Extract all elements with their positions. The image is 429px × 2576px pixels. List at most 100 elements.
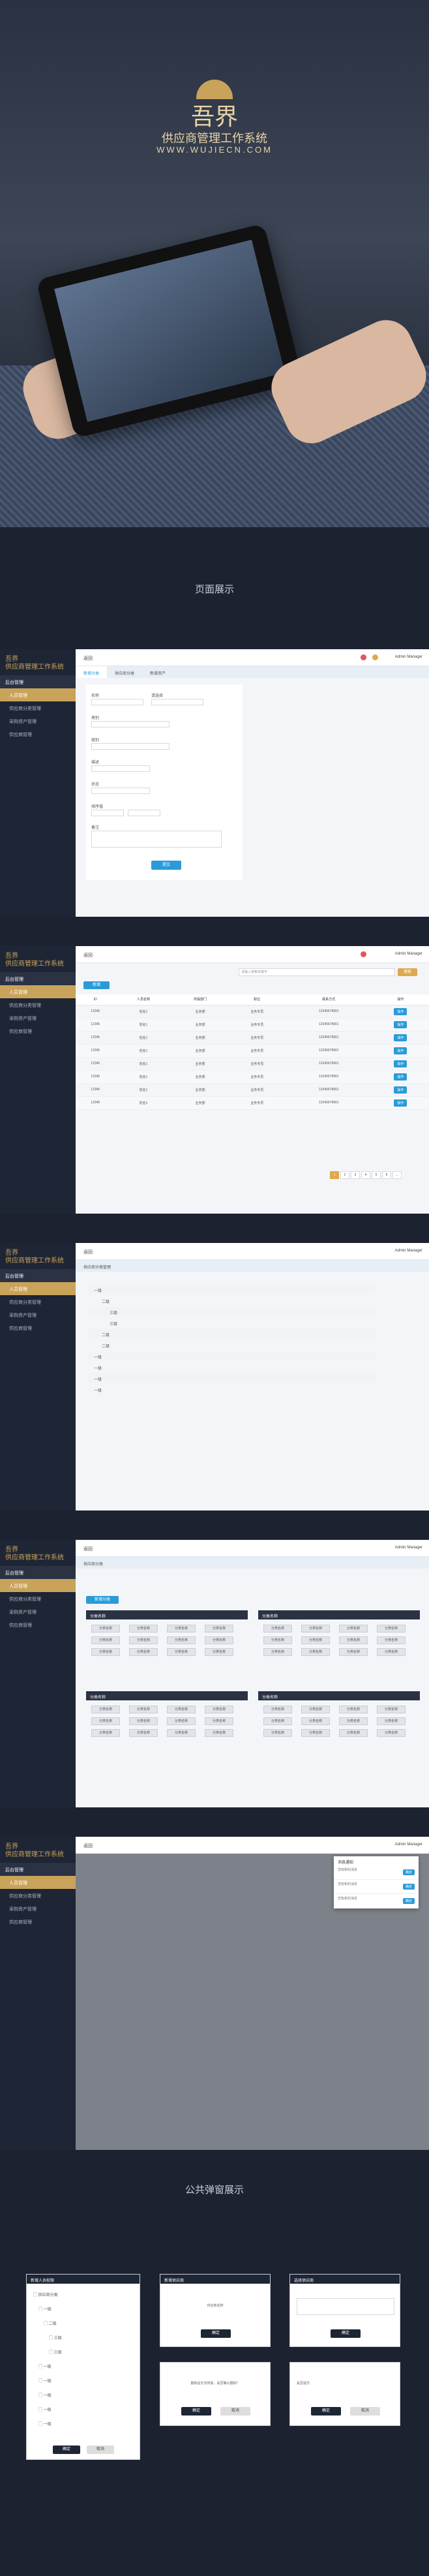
cancel-button[interactable]: 取消 [350, 2407, 380, 2415]
modal-tree-node[interactable]: ▢ 一级 [38, 2406, 52, 2412]
remark-textarea[interactable] [91, 831, 222, 848]
user-name[interactable]: Admin Manager [395, 1249, 422, 1253]
modal-tree-node[interactable]: ▢ 三级 [49, 2349, 62, 2355]
category-chip[interactable]: 分类名称 [129, 1648, 158, 1656]
notification-ok-button[interactable]: 确定 [402, 1898, 415, 1904]
table-cell[interactable]: 操作 [372, 1096, 429, 1110]
category-chip[interactable]: 分类名称 [205, 1729, 233, 1737]
table-cell[interactable]: 操作 [372, 1044, 429, 1058]
sidebar-group[interactable]: 后台管理 [0, 1269, 76, 1282]
sidebar-item-assets[interactable]: 采购资产管理 [0, 1902, 76, 1915]
sidebar-item-assets[interactable]: 采购资产管理 [0, 1011, 76, 1024]
category-chip[interactable]: 分类名称 [91, 1706, 120, 1713]
sidebar-item-suppliers[interactable]: 供应商管理 [0, 728, 76, 741]
tree-node[interactable]: 二级 [89, 1329, 376, 1338]
category-chip[interactable]: 分类名称 [167, 1706, 196, 1713]
type-input[interactable] [91, 721, 170, 728]
page-button[interactable]: 2 [340, 1171, 349, 1179]
category-chip[interactable]: 分类名称 [129, 1706, 158, 1713]
sidebar-item-people[interactable]: 人员管理 [0, 688, 76, 701]
cancel-button[interactable]: 取消 [220, 2407, 250, 2415]
category-chip[interactable]: 分类名称 [167, 1636, 196, 1644]
search-input[interactable]: 请输入搜索关键字 [239, 968, 395, 976]
modal-tree-node[interactable]: ▢ 一级 [38, 2421, 52, 2427]
category-chip[interactable]: 分类名称 [91, 1717, 120, 1725]
category-chip[interactable]: 分类名称 [301, 1717, 330, 1725]
tree-node[interactable]: 三级 [89, 1307, 376, 1316]
category-chip[interactable]: 分类名称 [339, 1636, 368, 1644]
category-chip[interactable]: 分类名称 [91, 1625, 120, 1633]
category-chip[interactable]: 分类名称 [263, 1729, 292, 1737]
table-cell[interactable]: 操作 [372, 1031, 429, 1045]
sort-input[interactable] [91, 810, 124, 816]
category-chip[interactable]: 分类名称 [167, 1625, 196, 1633]
notification-ok-button[interactable]: 确定 [402, 1884, 415, 1890]
tab-add-category[interactable]: 新增分类 [76, 666, 108, 678]
modal-tree-node[interactable]: ▢ 二级 [44, 2320, 57, 2326]
category-chip[interactable]: 分类名称 [339, 1648, 368, 1656]
modal-tree-node[interactable]: ▢ 供应商分类 [33, 2292, 58, 2297]
category-chip[interactable]: 分类名称 [263, 1636, 292, 1644]
row-action-button[interactable]: 操作 [394, 1086, 407, 1094]
category-chip[interactable]: 分类名称 [377, 1625, 406, 1633]
category-chip[interactable]: 分类名称 [263, 1717, 292, 1725]
user-name[interactable]: Admin Manager [395, 952, 422, 956]
sidebar-item-category[interactable]: 供应商分类管理 [0, 1295, 76, 1308]
category-chip[interactable]: 分类名称 [91, 1729, 120, 1737]
add-category-button[interactable]: 新增分类 [86, 1596, 119, 1604]
tree-node[interactable]: 一级 [89, 1362, 376, 1372]
category-chip[interactable]: 分类名称 [167, 1729, 196, 1737]
modal-tree-node[interactable]: ▢ 三级 [49, 2335, 62, 2340]
category-chip[interactable]: 分类名称 [263, 1648, 292, 1656]
tree-node[interactable]: 一级 [89, 1351, 376, 1360]
sidebar-item-people[interactable]: 人员管理 [0, 1876, 76, 1889]
sidebar-item-category[interactable]: 供应商分类管理 [0, 998, 76, 1011]
sidebar-item-assets[interactable]: 采购资产管理 [0, 714, 76, 728]
category-chip[interactable]: 分类名称 [301, 1729, 330, 1737]
tree-node[interactable]: 二级 [89, 1340, 376, 1349]
sidebar-group[interactable]: 后台管理 [0, 972, 76, 985]
category-chip[interactable]: 分类名称 [377, 1717, 406, 1725]
sidebar-item-people[interactable]: 人员管理 [0, 1282, 76, 1295]
category-chip[interactable]: 分类名称 [301, 1648, 330, 1656]
modal-tree-node[interactable]: ▢ 一级 [38, 2392, 52, 2398]
notification-icon[interactable] [361, 951, 366, 957]
sidebar-item-category[interactable]: 供应商分类管理 [0, 701, 76, 714]
back-link[interactable]: 返回 [83, 1843, 93, 1849]
category-chip[interactable]: 分类名称 [129, 1636, 158, 1644]
category-chip[interactable]: 分类名称 [205, 1648, 233, 1656]
user-name[interactable]: Admin Manager [395, 1843, 422, 1847]
category-chip[interactable]: 分类名称 [301, 1636, 330, 1644]
desc-input[interactable] [91, 765, 150, 772]
sidebar-item-assets[interactable]: 采购资产管理 [0, 1308, 76, 1321]
category-chip[interactable]: 分类名称 [339, 1706, 368, 1713]
back-link[interactable]: 返回 [83, 952, 93, 958]
category-chip[interactable]: 分类名称 [339, 1717, 368, 1725]
row-action-button[interactable]: 操作 [394, 1007, 407, 1015]
modal-input[interactable] [297, 2298, 394, 2315]
modal-tree-node[interactable]: ▢ 一级 [38, 2306, 52, 2312]
category-chip[interactable]: 分类名称 [129, 1729, 158, 1737]
page-button[interactable]: ... [392, 1171, 402, 1179]
add-button[interactable]: 新增 [83, 981, 110, 989]
category-chip[interactable]: 分类名称 [301, 1625, 330, 1633]
category-chip[interactable]: 分类名称 [339, 1729, 368, 1737]
table-cell[interactable]: 操作 [372, 1083, 429, 1097]
user-name[interactable]: Admin Manager [395, 655, 422, 659]
sidebar-item-suppliers[interactable]: 供应商管理 [0, 1915, 76, 1928]
level-input[interactable] [91, 743, 170, 750]
select-input[interactable] [151, 699, 203, 705]
confirm-button[interactable]: 确定 [53, 2446, 80, 2454]
category-chip[interactable]: 分类名称 [91, 1648, 120, 1656]
category-chip[interactable]: 分类名称 [91, 1636, 120, 1644]
search-button[interactable]: 搜索 [398, 968, 417, 976]
category-chip[interactable]: 分类名称 [167, 1648, 196, 1656]
user-name[interactable]: Admin Manager [395, 1546, 422, 1550]
category-chip[interactable]: 分类名称 [377, 1706, 406, 1713]
sort-input-2[interactable] [128, 810, 160, 816]
sidebar-item-suppliers[interactable]: 供应商管理 [0, 1321, 76, 1334]
confirm-button[interactable]: 确定 [331, 2329, 361, 2338]
submit-button[interactable]: 提交 [151, 861, 181, 870]
row-action-button[interactable]: 操作 [394, 1099, 407, 1107]
modal-tree-node[interactable]: ▢ 一级 [38, 2378, 52, 2384]
